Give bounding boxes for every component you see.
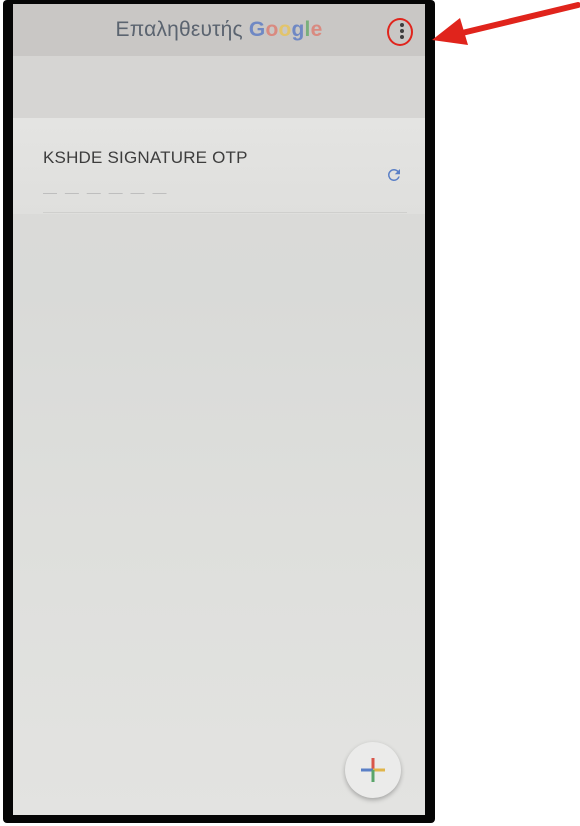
menu-dot	[400, 29, 404, 33]
app-title: Επαληθευτής Google	[13, 18, 425, 42]
refresh-icon[interactable]	[385, 166, 403, 184]
brand-letter: o	[265, 18, 279, 41]
brand-letter: G	[248, 18, 266, 41]
app-bar: Επαληθευτής Google	[13, 4, 425, 56]
add-account-button[interactable]	[345, 742, 401, 798]
account-name: KSHDE SIGNATURE OTP	[43, 148, 248, 167]
list-divider	[43, 212, 407, 213]
menu-dot	[400, 23, 404, 27]
add-icon	[361, 758, 385, 782]
red-arrow-annotation	[432, 2, 580, 45]
brand-letter: g	[291, 18, 305, 41]
phone-frame: Επαληθευτής Google KSHDE SIGNATURE OTP —…	[3, 0, 435, 823]
menu-dot	[400, 35, 404, 39]
more-vert-icon[interactable]	[390, 18, 414, 44]
brand-letter: e	[310, 18, 323, 41]
account-list-item[interactable]: KSHDE SIGNATURE OTP — — — — — —	[13, 118, 425, 214]
google-wordmark: Google	[249, 18, 323, 41]
otp-code-placeholder: — — — — — —	[43, 184, 169, 200]
authenticator-screen: Επαληθευτής Google KSHDE SIGNATURE OTP —…	[13, 4, 425, 815]
brand-letter: o	[278, 18, 292, 41]
app-title-word: Επαληθευτής	[115, 18, 243, 41]
screenshot-stage: Επαληθευτής Google KSHDE SIGNATURE OTP —…	[0, 0, 580, 826]
header-band	[13, 56, 425, 118]
